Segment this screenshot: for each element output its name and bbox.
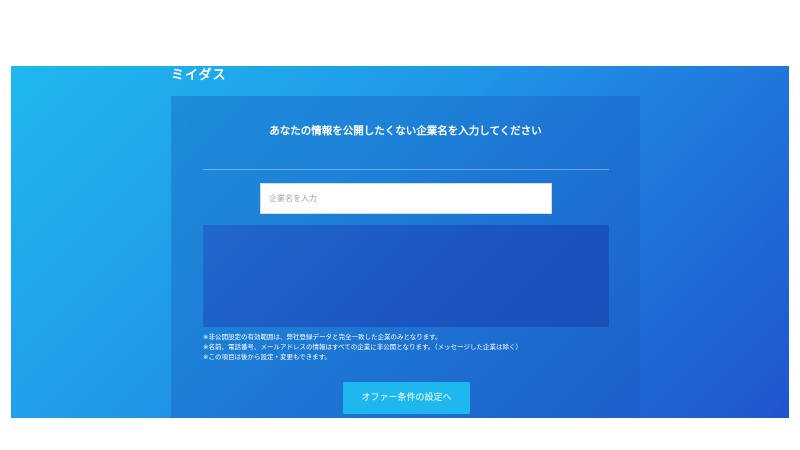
heading-divider [203, 169, 609, 170]
note-changeable: ※この項目は後から設定・変更もできます。 [203, 353, 332, 361]
app-viewport: ミイダス あなたの情報を公開したくない企業名を入力してください ※非公開設定の有… [11, 66, 789, 418]
logo[interactable]: ミイダス [171, 68, 226, 84]
company-name-input[interactable] [260, 183, 552, 214]
offer-settings-button[interactable]: オファー条件の設定へ [343, 382, 470, 414]
page: ミイダス あなたの情報を公開したくない企業名を入力してください ※非公開設定の有… [0, 0, 800, 450]
note-private-info: ※名前、電話番号、メールアドレスの情報はすべての企業に非公開となります。（メッセ… [203, 343, 523, 351]
company-block-panel: あなたの情報を公開したくない企業名を入力してください ※非公開設定の有効範囲は、… [171, 96, 640, 418]
note-scope: ※非公開設定の有効範囲は、弊社登録データと完全一致した企業のみとなります。 [203, 333, 442, 341]
page-title: あなたの情報を公開したくない企業名を入力してください [269, 125, 542, 137]
company-results-area [203, 225, 609, 327]
notes: ※非公開設定の有効範囲は、弊社登録データと完全一致した企業のみとなります。 ※名… [203, 332, 623, 362]
